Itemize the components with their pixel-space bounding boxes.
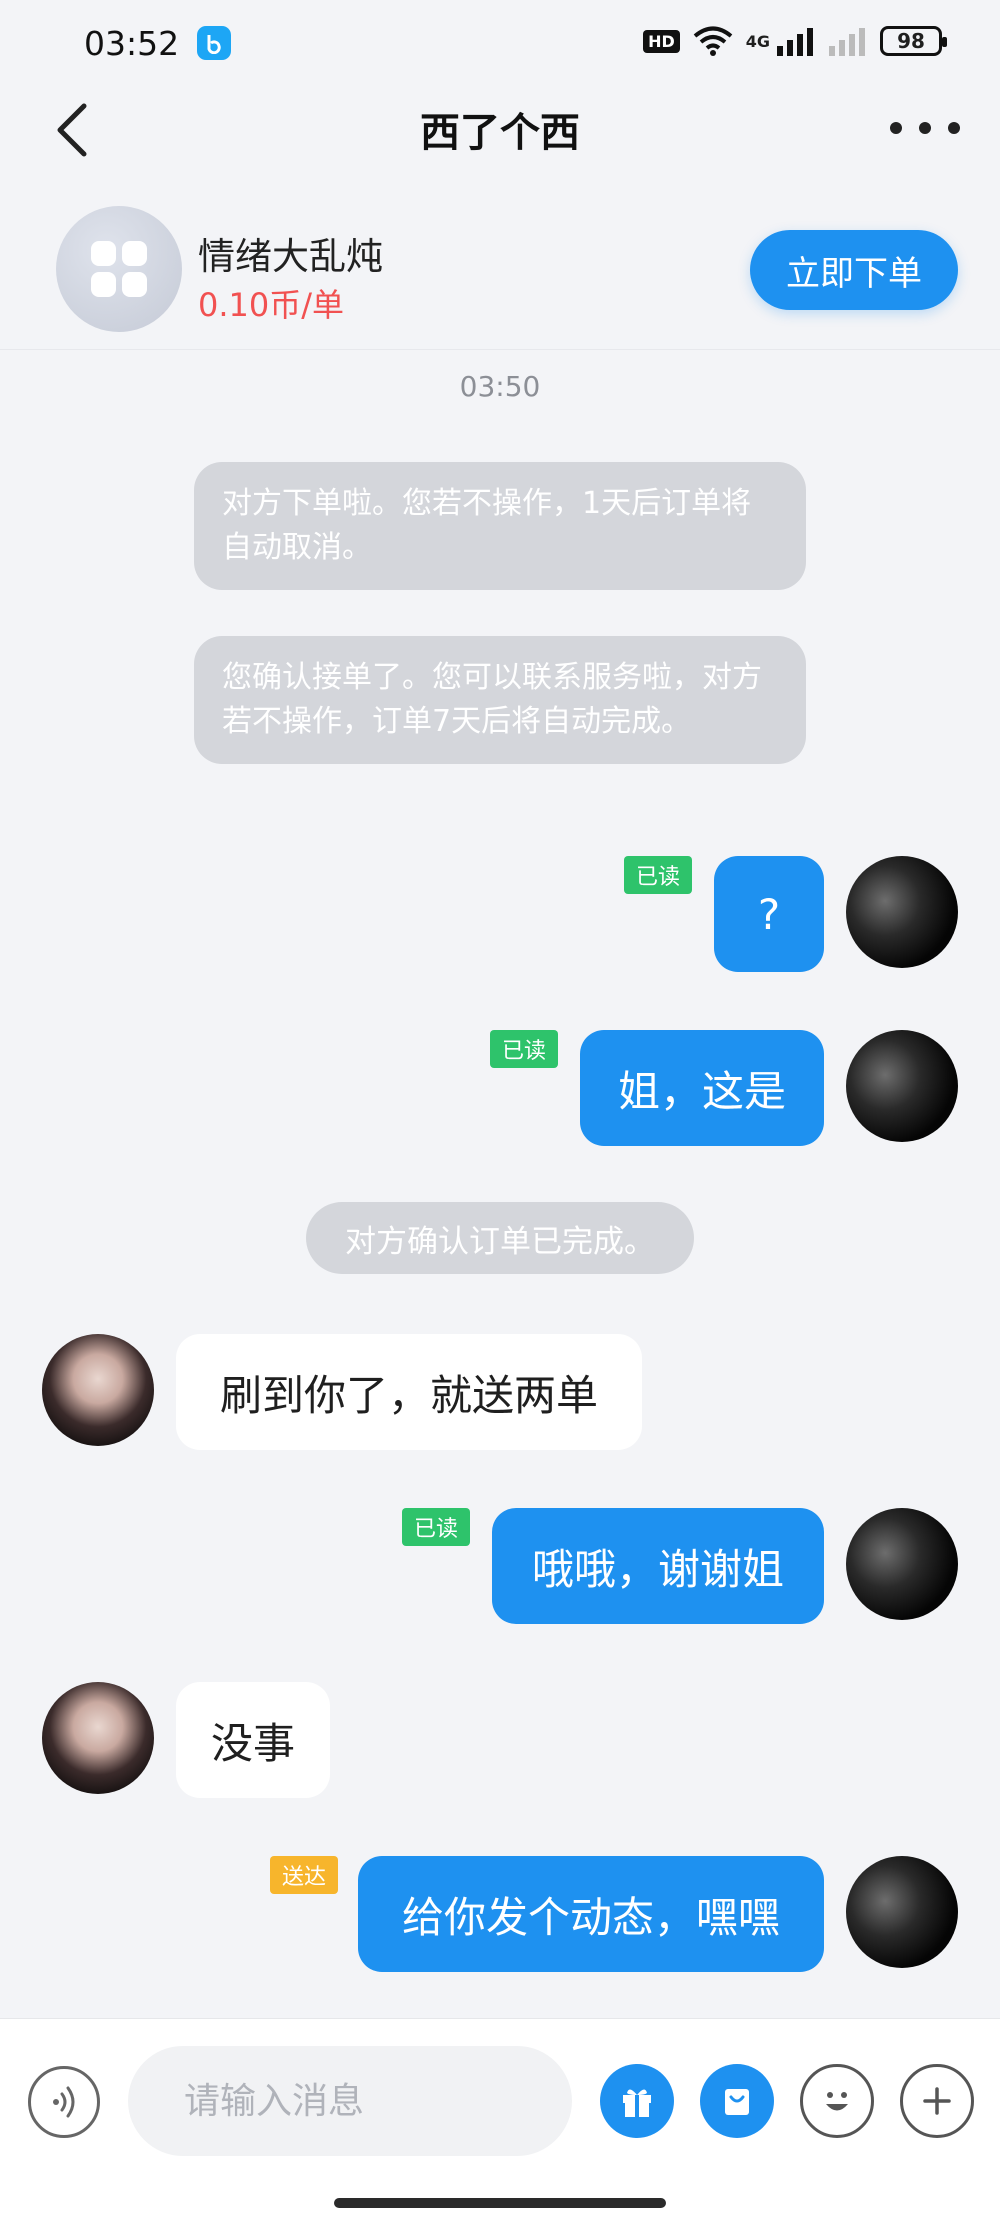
outgoing-message-bubble[interactable]: 哦哦，谢谢姐 xyxy=(492,1508,824,1624)
order-completed-notice: 对方确认订单已完成。 xyxy=(306,1202,694,1274)
read-status-tag: 已读 xyxy=(624,856,692,894)
system-message: 对方下单啦。您若不操作，1天后订单将自动取消。 xyxy=(194,462,806,590)
wifi-icon xyxy=(693,26,733,56)
my-avatar[interactable] xyxy=(846,1030,958,1142)
message-input[interactable] xyxy=(128,2046,572,2156)
more-options-button[interactable] xyxy=(890,110,960,146)
emoji-icon xyxy=(826,2092,848,2111)
plus-icon xyxy=(923,2087,951,2115)
status-indicators: HD 4G 98 xyxy=(643,26,947,56)
gift-button[interactable] xyxy=(600,2064,674,2138)
my-avatar[interactable] xyxy=(846,1508,958,1620)
home-indicator[interactable] xyxy=(334,2198,666,2208)
system-message: 您确认接单了。您可以联系服务啦，对方若不操作，订单7天后将自动完成。 xyxy=(194,636,806,764)
network-label: 4G xyxy=(745,31,770,51)
shop-button[interactable] xyxy=(700,2064,774,2138)
product-name: 情绪大乱炖 xyxy=(198,235,383,278)
my-avatar[interactable] xyxy=(846,856,958,968)
battery-indicator: 98 xyxy=(880,26,947,56)
outgoing-message-bubble[interactable]: ? xyxy=(714,856,824,972)
signal-icon xyxy=(777,28,813,56)
hd-badge: HD xyxy=(643,29,680,53)
voice-button[interactable] xyxy=(28,2066,100,2138)
battery-level: 98 xyxy=(897,29,925,53)
incoming-message-bubble[interactable]: 刷到你了，就送两单 xyxy=(176,1334,642,1450)
contact-avatar[interactable] xyxy=(42,1682,154,1794)
emoji-button[interactable] xyxy=(800,2064,874,2138)
grid-apps-icon xyxy=(91,241,147,297)
shop-bag-icon xyxy=(725,2089,749,2115)
outgoing-message-bubble[interactable]: 给你发个动态，嘿嘿 xyxy=(358,1856,824,1972)
chat-timestamp: 03:50 xyxy=(459,370,541,403)
read-status-tag: 已读 xyxy=(490,1030,558,1068)
product-price: 0.10币/单 xyxy=(198,286,345,324)
sent-status-tag: 送达 xyxy=(270,1856,338,1894)
plus-button[interactable] xyxy=(900,2064,974,2138)
incoming-message-bubble[interactable]: 没事 xyxy=(176,1682,330,1798)
status-time: 03:52 xyxy=(84,24,180,63)
product-thumbnail[interactable] xyxy=(56,206,182,332)
more-dots-icon xyxy=(890,122,902,134)
read-status-tag: 已读 xyxy=(402,1508,470,1546)
page-title: 西了个西 xyxy=(420,110,580,156)
order-now-button[interactable]: 立即下单 xyxy=(750,230,958,310)
gift-icon xyxy=(623,2089,651,2117)
app-notification-icon xyxy=(197,26,231,60)
my-avatar[interactable] xyxy=(846,1856,958,1968)
signal-secondary-icon xyxy=(829,28,865,56)
contact-avatar[interactable] xyxy=(42,1334,154,1446)
outgoing-message-bubble[interactable]: 姐，这是 xyxy=(580,1030,824,1146)
voice-icon xyxy=(53,2086,75,2118)
